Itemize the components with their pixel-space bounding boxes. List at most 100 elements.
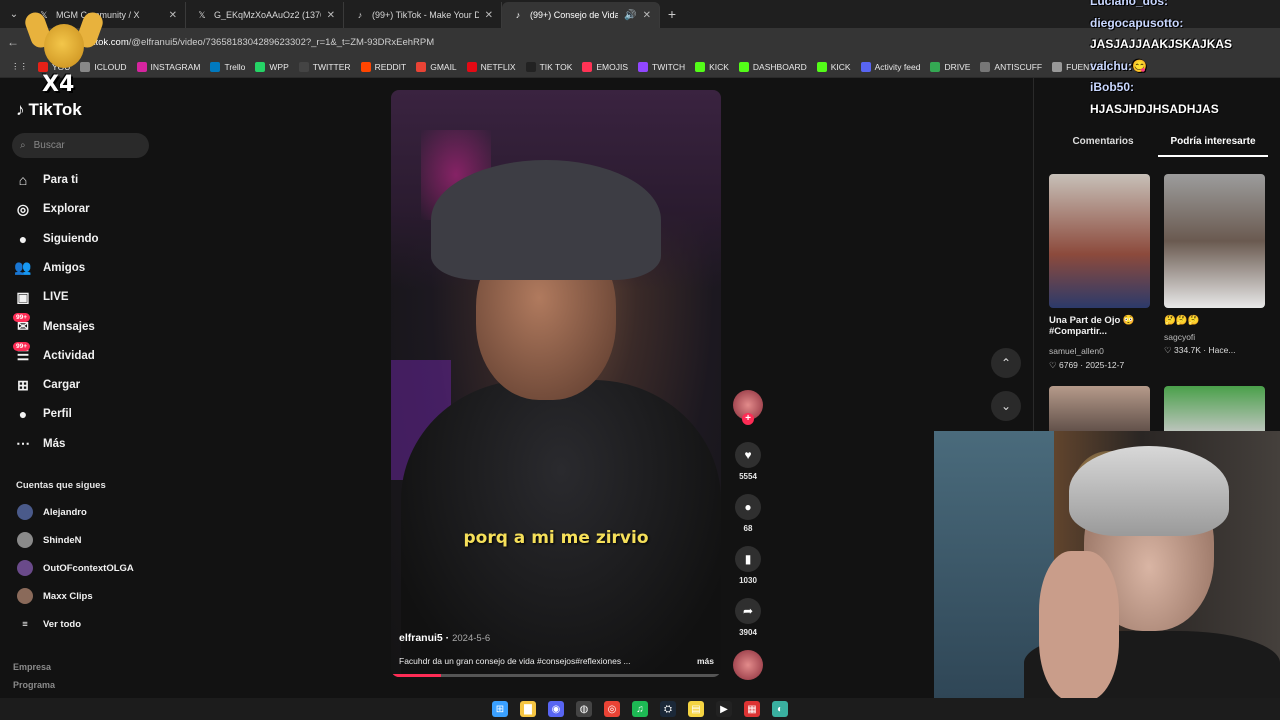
sidebar-item-label: Cargar [43,379,81,392]
notes-icon[interactable]: ▤ [688,701,704,717]
tab-podria-interesarte[interactable]: Podría interesarte [1158,136,1268,157]
close-tab-icon[interactable]: ✕ [169,10,177,21]
obs-icon[interactable]: ◍ [576,701,592,717]
browser-tab-active[interactable]: ♪ (99+) Consejo de Vida: Lecc 🔊 ✕ [502,2,660,28]
footer-link-programa[interactable]: Programa [13,680,55,690]
bookmark-item[interactable]: TWITCH [633,61,690,72]
bookmark-item[interactable]: TWITTER [294,61,356,72]
footer-link-empresa[interactable]: Empresa [13,662,51,672]
comment-count: 68 [743,524,753,533]
like-button[interactable]: ♥ 5554 [732,442,764,481]
see-all-link[interactable]: ≡ Ver todo [17,619,81,630]
bookmark-label: Activity feed [874,61,921,72]
close-tab-icon[interactable]: ✕ [643,10,651,21]
following-account[interactable]: Maxx Clips [17,588,93,604]
discord-icon[interactable]: ◉ [548,701,564,717]
recommended-video-thumbnail[interactable] [1164,174,1265,308]
spotify-icon[interactable]: ♫ [632,701,648,717]
sidebar-item-amigos[interactable]: 👥 Amigos [14,259,85,276]
sidebar-item-actividad[interactable]: ☰ 99+ Actividad [13,341,95,364]
tiktok-logo[interactable]: ♪ TikTok [16,100,82,120]
sidebar-item-mensajes[interactable]: ✉ 99+ Mensajes [13,312,95,335]
bookmark-item[interactable]: GMAIL [411,61,461,72]
comment-icon: ● [735,494,761,520]
bookmark-item[interactable]: REDDIT [356,61,412,72]
right-panel-tabs: Comentarios Podría interesarte [1048,136,1268,157]
chrome-icon[interactable]: ◎ [604,701,620,717]
bookmark-item[interactable]: DASHBOARD [734,61,812,72]
sidebar-item-live[interactable]: ▣ LIVE [15,289,68,305]
recommended-video-author[interactable]: samuel_allen0 [1049,346,1149,356]
music-disc[interactable] [732,650,764,680]
bookmark-item[interactable]: Trello [205,61,250,72]
bookmark-item[interactable]: EMOJIS [577,61,633,72]
bookmark-label: EMOJIS [596,61,629,72]
tiktok-icon: ♪ [515,10,521,20]
bookmark-item[interactable]: DRIVE [925,61,975,72]
browser-tab[interactable]: ♪ (99+) TikTok - Make Your Day ✕ [344,2,502,28]
more-link[interactable]: más [697,656,714,666]
next-video-button[interactable]: ⌄ [991,391,1021,421]
x-icon: 𝕏 [198,9,206,20]
windows-icon[interactable]: ⊞ [492,701,508,717]
video-author[interactable]: elfranui5 [399,632,443,644]
streamlabs-icon[interactable]: ▦ [744,701,760,717]
bookmark-item[interactable]: NETFLIX [462,61,521,72]
comment-button[interactable]: ● 68 [732,494,764,533]
new-tab-button[interactable]: + [660,6,684,22]
bookmark-item[interactable]: KICK [812,61,856,72]
following-account[interactable]: Alejandro [17,504,87,520]
save-count: 1030 [739,576,757,585]
save-button[interactable]: ▮ 1030 [732,546,764,585]
audio-icon[interactable]: 🔊 [624,10,636,21]
follow-plus-icon[interactable]: + [742,413,754,425]
recommended-video-title[interactable]: Una Part de Ojo 😳 #Compartir... [1049,315,1149,337]
sidebar-item-siguiendo[interactable]: ● Siguiendo [15,231,99,247]
tab-search-icon[interactable]: ⌄ [0,0,28,28]
file-explorer-icon[interactable]: ▇ [520,701,536,717]
steam-icon[interactable]: ⛭ [660,701,676,717]
previous-video-button[interactable]: ⌃ [991,348,1021,378]
sidebar-item-para-ti[interactable]: ⌂ Para ti [15,172,78,188]
tab-comentarios[interactable]: Comentarios [1048,136,1158,157]
tab-title: G_EKqMzXoAAuOz2 (1376×75 [214,10,321,20]
bookmark-item[interactable]: WPP [250,61,293,72]
close-tab-icon[interactable]: ✕ [485,10,493,21]
search-input[interactable]: ⌕ Buscar [12,133,149,158]
creator-avatar[interactable]: + [732,390,764,425]
bookmark-item[interactable]: TIK TOK [521,61,578,72]
capcut-icon[interactable]: ▶ [716,701,732,717]
back-icon[interactable]: ← [0,35,26,49]
share-button[interactable]: ➦ 3904 [732,598,764,637]
sidebar-item-cargar[interactable]: ⊞ Cargar [15,377,80,393]
close-tab-icon[interactable]: ✕ [327,10,335,21]
recommended-video-title[interactable]: 🤔🤔🤔 [1164,315,1264,326]
sidebar-item-explorar[interactable]: ◎ Explorar [15,201,90,217]
bookmark-item[interactable]: Activity feed [856,61,926,72]
bookmark-item[interactable]: KICK [690,61,734,72]
following-account[interactable]: OutOFcontextOLGA [17,560,134,576]
video-progress-bar[interactable] [391,674,721,677]
video-meta: elfranui5 · 2024-5-6 [399,632,491,644]
bookmark-icon [525,61,536,72]
url-field[interactable]: tiktok.com/@elfranui5/video/736581830428… [86,37,434,48]
following-account-name: ShindeN [43,534,82,546]
browser-tab[interactable]: 𝕏 G_EKqMzXoAAuOz2 (1376×75 ✕ [186,2,344,28]
bookmark-item[interactable]: INSTAGRAM [132,61,206,72]
following-account[interactable]: ShindeN [17,532,82,548]
logo-text: TikTok [28,100,82,119]
globe-icon[interactable]: ◐ [772,701,788,717]
sidebar-item-perfil[interactable]: ● Perfil [15,406,72,422]
bookmark-icon [930,61,941,72]
tab-title: (99+) Consejo de Vida: Lecc [530,10,619,20]
recommended-video-author[interactable]: sagcyofi [1164,332,1264,342]
recommended-date: Hace... [1208,345,1236,355]
sidebar-item-m-s[interactable]: ⋯ Más [15,435,65,452]
bookmark-icon: ▮ [735,546,761,572]
recommended-video-thumbnail[interactable] [1049,174,1150,308]
bookmark-item[interactable]: ANTISCUFF [975,61,1047,72]
notification-badge: 99+ [13,341,31,351]
recommended-video-thumbnail[interactable] [1049,386,1150,436]
recommended-video-thumbnail[interactable] [1164,386,1265,436]
video-player[interactable]: porq a mi me zirvio elfranui5 · 2024-5-6… [391,90,721,677]
